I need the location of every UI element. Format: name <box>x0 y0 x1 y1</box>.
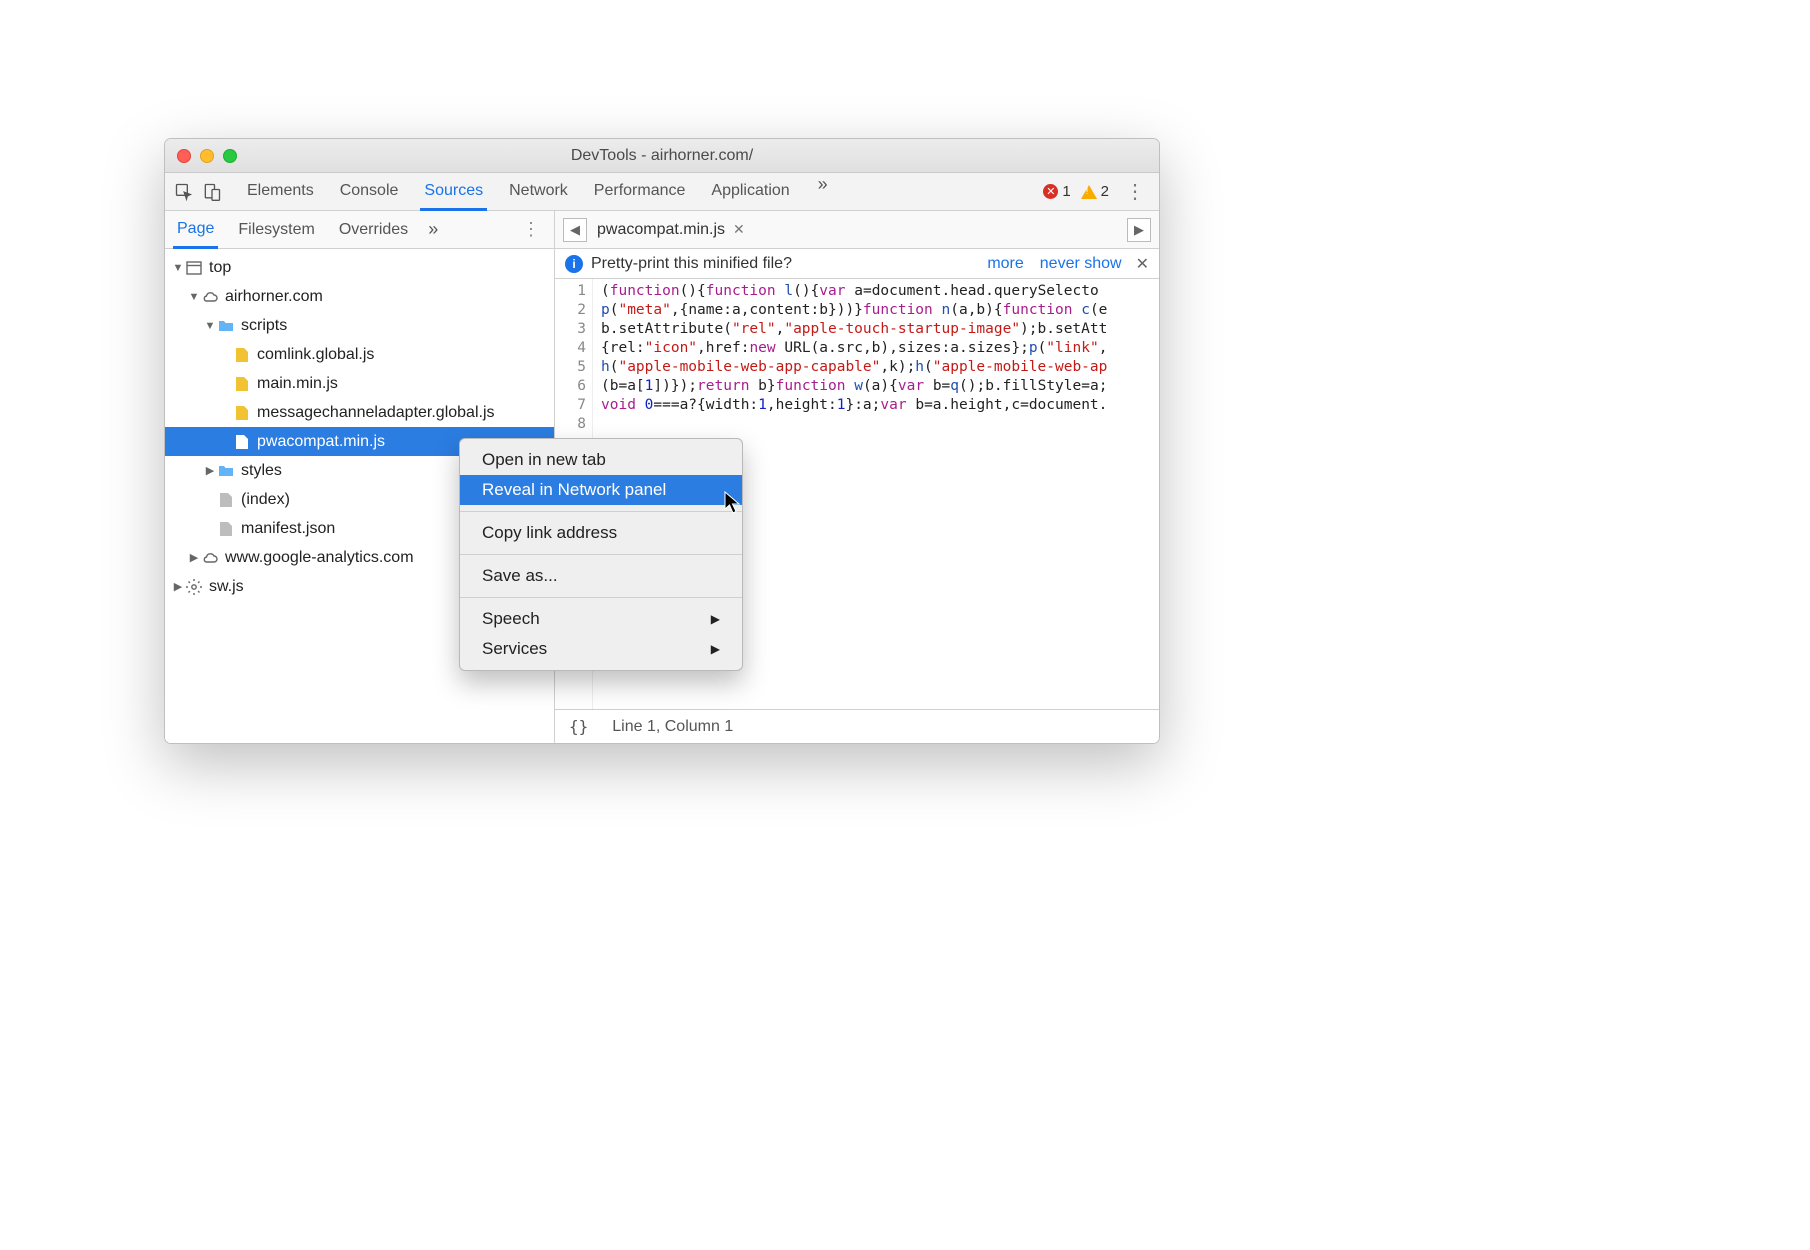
cloud-icon <box>201 288 219 306</box>
cloud-icon <box>201 549 219 567</box>
close-icon[interactable]: ✕ <box>733 221 745 238</box>
main-tab-bar: Elements Console Sources Network Perform… <box>165 173 1159 211</box>
folder-icon <box>217 317 235 335</box>
frame-icon <box>185 259 203 277</box>
infobar-close-icon[interactable]: ✕ <box>1136 254 1149 274</box>
subtab-overrides[interactable]: Overrides <box>335 213 412 247</box>
error-icon[interactable]: ✕ <box>1043 184 1058 199</box>
status-indicators: ✕ 1 2 ⋮ <box>1043 179 1151 204</box>
subtab-filesystem[interactable]: Filesystem <box>234 213 318 247</box>
tree-file-msgchannel[interactable]: messagechanneladapter.global.js <box>165 398 554 427</box>
pretty-print-infobar: i Pretty-print this minified file? more … <box>555 249 1159 279</box>
tab-elements[interactable]: Elements <box>243 174 318 210</box>
navigator-tabs: Page Filesystem Overrides » ⋮ <box>165 211 554 249</box>
ctx-separator <box>460 511 742 512</box>
chevron-right-icon: ▶ <box>711 612 720 626</box>
gear-icon <box>185 578 203 596</box>
tab-network[interactable]: Network <box>505 174 572 210</box>
window-title: DevTools - airhorner.com/ <box>165 147 1159 165</box>
subtab-page[interactable]: Page <box>173 212 218 249</box>
tree-top-frame[interactable]: ▼ top <box>165 253 554 282</box>
pretty-print-button[interactable]: {} <box>569 717 588 736</box>
tree-domain-airhorner[interactable]: ▼ airhorner.com <box>165 282 554 311</box>
warning-icon[interactable] <box>1081 185 1097 199</box>
infobar-never-show-link[interactable]: never show <box>1040 255 1122 273</box>
ctx-reveal-network[interactable]: Reveal in Network panel <box>460 475 742 505</box>
tree-folder-scripts[interactable]: ▼ scripts <box>165 311 554 340</box>
infobar-message: Pretty-print this minified file? <box>591 255 792 273</box>
inspect-icon[interactable] <box>173 181 195 203</box>
chevron-right-icon: ▶ <box>711 642 720 656</box>
main-menu-kebab[interactable]: ⋮ <box>1119 179 1151 204</box>
ctx-copy-link[interactable]: Copy link address <box>460 518 742 548</box>
tree-file-mainmin[interactable]: main.min.js <box>165 369 554 398</box>
file-tab-pwacompat[interactable]: pwacompat.min.js ✕ <box>597 221 745 239</box>
warning-count: 2 <box>1101 183 1109 200</box>
tab-console[interactable]: Console <box>336 174 403 210</box>
device-toggle-icon[interactable] <box>201 181 223 203</box>
tree-file-comlink[interactable]: comlink.global.js <box>165 340 554 369</box>
ctx-separator <box>460 554 742 555</box>
infobar-more-link[interactable]: more <box>987 255 1023 273</box>
file-tab-label: pwacompat.min.js <box>597 221 725 239</box>
tab-overflow-chevron[interactable]: » <box>812 174 834 210</box>
js-file-icon <box>233 346 251 364</box>
folder-icon <box>217 462 235 480</box>
ctx-services[interactable]: Services▶ <box>460 634 742 664</box>
cursor-position: Line 1, Column 1 <box>612 718 733 736</box>
titlebar: DevTools - airhorner.com/ <box>165 139 1159 173</box>
ctx-speech[interactable]: Speech▶ <box>460 604 742 634</box>
editor-status-bar: {} Line 1, Column 1 <box>555 709 1159 743</box>
tab-list: Elements Console Sources Network Perform… <box>243 174 1043 210</box>
info-icon: i <box>565 255 583 273</box>
ctx-open-new-tab[interactable]: Open in new tab <box>460 445 742 475</box>
context-menu: Open in new tab Reveal in Network panel … <box>459 438 743 671</box>
tab-performance[interactable]: Performance <box>590 174 690 210</box>
ctx-separator <box>460 597 742 598</box>
history-back-button[interactable]: ◀ <box>563 218 587 242</box>
subtab-overflow-chevron[interactable]: » <box>428 219 438 240</box>
tab-application[interactable]: Application <box>707 174 793 210</box>
history-forward-button[interactable]: ▶ <box>1127 218 1151 242</box>
js-file-icon <box>233 375 251 393</box>
tab-sources[interactable]: Sources <box>420 174 487 211</box>
navigator-kebab[interactable]: ⋮ <box>516 219 546 240</box>
file-icon <box>217 520 235 538</box>
file-icon <box>217 491 235 509</box>
js-file-icon <box>233 404 251 422</box>
js-file-icon <box>233 433 251 451</box>
ctx-save-as[interactable]: Save as... <box>460 561 742 591</box>
error-count: 1 <box>1062 183 1070 200</box>
editor-tab-bar: ◀ pwacompat.min.js ✕ ▶ <box>555 211 1159 249</box>
